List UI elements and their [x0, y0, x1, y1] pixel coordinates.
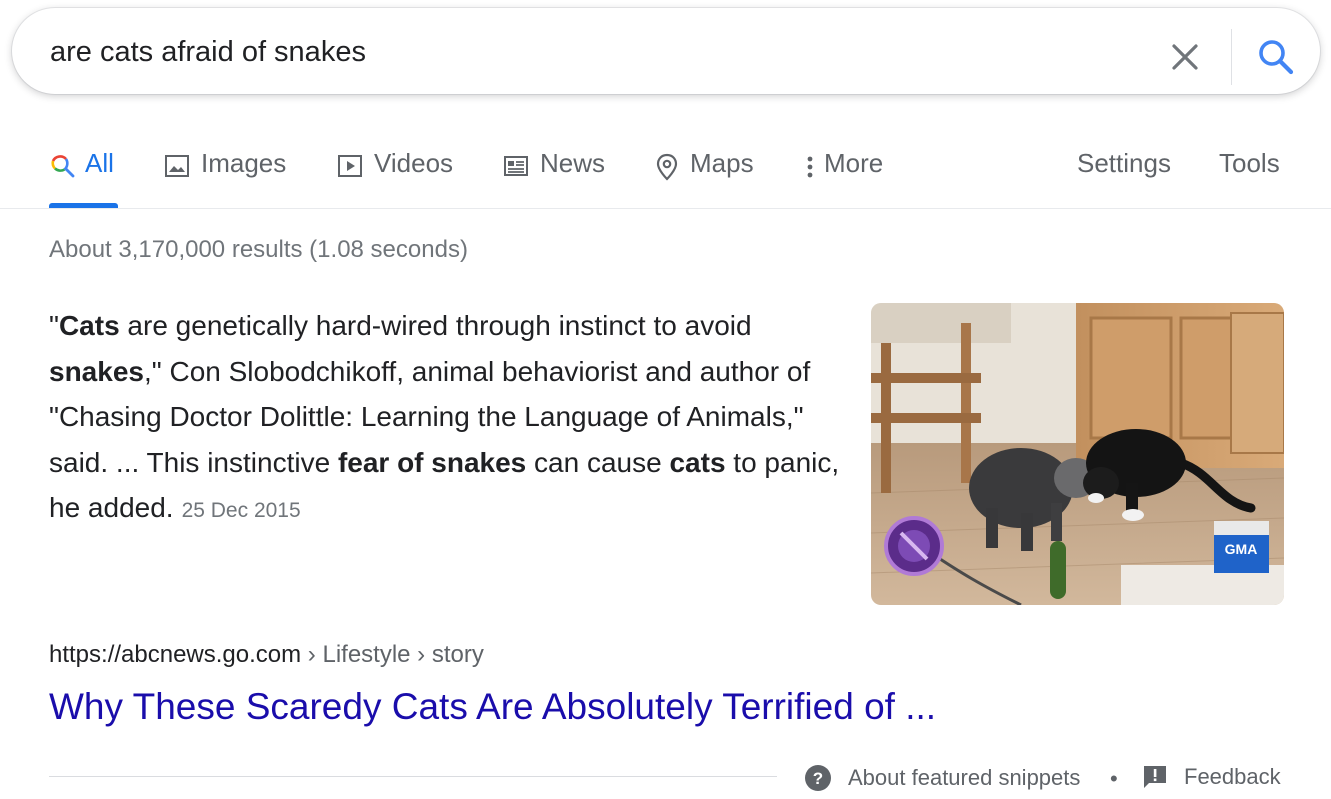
- tab-images[interactable]: Images: [163, 148, 286, 200]
- breadcrumb: https://abcnews.go.com › Lifestyle › sto…: [49, 641, 484, 669]
- tab-more[interactable]: More: [804, 148, 883, 200]
- snippet-part-bold: fear of snakes: [337, 446, 527, 478]
- tab-label: Maps: [690, 148, 754, 178]
- search-divider: [1231, 29, 1232, 85]
- tab-label: Videos: [374, 148, 454, 178]
- svg-text:?: ?: [813, 769, 823, 788]
- snippet-part: ": [49, 310, 59, 341]
- cats-scene-illustration: GMA: [871, 303, 1284, 605]
- result-title-link[interactable]: Why These Scaredy Cats Are Absolutely Te…: [49, 686, 936, 728]
- close-icon[interactable]: [1169, 41, 1201, 73]
- feedback-icon: [1144, 766, 1166, 788]
- footer-separator: •: [1110, 766, 1118, 791]
- snippet-date: 25 Dec 2015: [181, 499, 301, 522]
- settings-link[interactable]: Settings: [1077, 148, 1171, 200]
- tab-all[interactable]: All: [49, 148, 114, 200]
- search-icon: [51, 155, 75, 178]
- result-stats: About 3,170,000 results (1.08 seconds): [49, 236, 468, 263]
- settings-label: Settings: [1077, 148, 1171, 178]
- search-icon[interactable]: [1255, 36, 1297, 78]
- tools-link[interactable]: Tools: [1219, 148, 1280, 200]
- image-icon: [165, 155, 189, 177]
- snippet-part: can cause: [526, 446, 670, 478]
- result-url: https://abcnews.go.com: [49, 641, 302, 668]
- breadcrumb-path: › Lifestyle › story: [301, 641, 484, 668]
- feedback-link[interactable]: Feedback: [1142, 764, 1281, 790]
- tools-label: Tools: [1219, 148, 1280, 178]
- search-input[interactable]: [50, 32, 1130, 72]
- help-icon: ?: [805, 765, 831, 791]
- map-pin-icon: [656, 153, 678, 181]
- newspaper-icon: [504, 156, 528, 176]
- more-vert-icon: [807, 156, 813, 178]
- snippet-part-bold: snakes: [49, 355, 144, 387]
- tab-label: News: [540, 148, 606, 178]
- search-bar: [12, 8, 1320, 94]
- snippet-part: are genetically hard-wired through insti…: [119, 310, 752, 341]
- search-tabs: All Images Videos News Maps More Setting…: [0, 140, 1331, 210]
- tabs-divider: [0, 208, 1331, 209]
- play-icon: [338, 155, 362, 177]
- featured-snippet-text: "Cats are genetically hard-wired through…: [49, 303, 849, 534]
- snippet-divider: [49, 776, 777, 777]
- snippet-part-bold: Cats: [58, 310, 120, 341]
- gma-badge-text: GMA: [1225, 541, 1258, 557]
- snippet-part-bold: cats: [669, 446, 726, 478]
- tab-label: Images: [201, 148, 287, 178]
- tab-maps[interactable]: Maps: [654, 148, 754, 200]
- tab-label: More: [824, 148, 884, 178]
- about-featured-snippets-link[interactable]: ? About featured snippets: [804, 764, 1080, 792]
- tab-videos[interactable]: Videos: [336, 148, 453, 200]
- feedback-label: Feedback: [1184, 764, 1281, 789]
- tab-news[interactable]: News: [502, 148, 605, 200]
- tab-label: All: [85, 148, 114, 178]
- featured-snippet-image[interactable]: GMA: [871, 303, 1284, 605]
- about-label: About featured snippets: [848, 765, 1081, 790]
